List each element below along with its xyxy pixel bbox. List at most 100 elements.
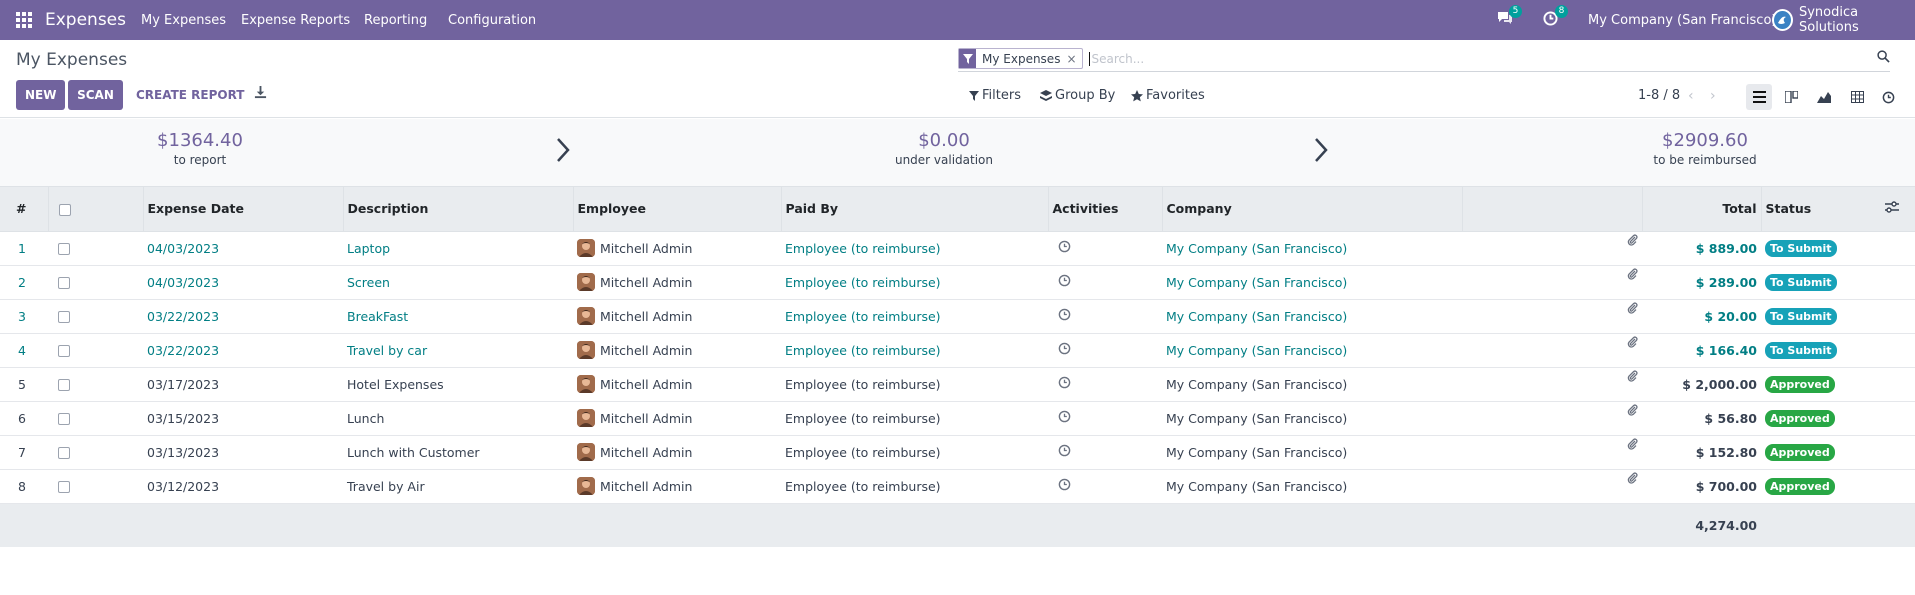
expense-description[interactable]: Hotel Expenses [343, 367, 573, 402]
row-checkbox[interactable] [58, 277, 70, 289]
filters-toggle[interactable]: Filters [969, 88, 1021, 103]
search-icon[interactable] [1877, 50, 1890, 67]
paperclip-icon[interactable] [1626, 233, 1638, 249]
expense-date[interactable]: 03/12/2023 [143, 469, 343, 504]
kanban-view-icon[interactable] [1778, 84, 1804, 110]
paperclip-icon[interactable] [1626, 301, 1638, 317]
company-name[interactable]: My Company (San Francisco) [1162, 367, 1462, 402]
expense-date[interactable]: 03/17/2023 [143, 367, 343, 402]
paid-by[interactable]: Employee (to reimburse) [781, 333, 1048, 368]
menu-reporting[interactable]: Reporting [364, 0, 427, 40]
expense-description[interactable]: BreakFast [343, 299, 573, 334]
row-checkbox[interactable] [58, 311, 70, 323]
expense-date[interactable]: 03/15/2023 [143, 401, 343, 436]
paperclip-icon[interactable] [1626, 437, 1638, 453]
company-name[interactable]: My Company (San Francisco) [1162, 401, 1462, 436]
expense-date[interactable]: 03/22/2023 [143, 333, 343, 368]
header-company[interactable]: Company [1162, 187, 1463, 232]
table-row[interactable]: 6 03/15/2023 Lunch Mitchell Admin Employee (… [0, 401, 1915, 436]
company-name[interactable]: My Company (San Francisco) [1162, 299, 1462, 334]
row-checkbox[interactable] [58, 243, 70, 255]
company-name[interactable]: My Company (San Francisco) [1162, 435, 1462, 470]
header-paid-by[interactable]: Paid By [781, 187, 1049, 232]
employee-cell[interactable]: Mitchell Admin [573, 435, 781, 470]
list-view-icon[interactable] [1746, 84, 1772, 110]
company-name[interactable]: My Company (San Francisco) [1162, 469, 1462, 504]
paid-by[interactable]: Employee (to reimburse) [781, 231, 1048, 266]
header-status[interactable]: Status [1761, 187, 1881, 232]
group-by-toggle[interactable]: Group By [1040, 88, 1115, 103]
activities-menu[interactable]: 8 [1543, 0, 1568, 40]
employee-cell[interactable]: Mitchell Admin [573, 367, 781, 402]
table-row[interactable]: 5 03/17/2023 Hotel Expenses Mitchell Admin E… [0, 367, 1915, 402]
app-brand[interactable]: Expenses [45, 0, 126, 40]
expense-date[interactable]: 03/13/2023 [143, 435, 343, 470]
activity-clock-icon[interactable] [1058, 444, 1071, 460]
expense-description[interactable]: Lunch [343, 401, 573, 436]
expense-description[interactable]: Lunch with Customer [343, 435, 573, 470]
paid-by[interactable]: Employee (to reimburse) [781, 469, 1048, 504]
activity-clock-icon[interactable] [1058, 308, 1071, 324]
pager-value[interactable]: 1-8 / 8 [1638, 88, 1680, 103]
paid-by[interactable]: Employee (to reimburse) [781, 367, 1048, 402]
favorites-toggle[interactable]: Favorites [1131, 88, 1205, 103]
table-row[interactable]: 2 04/03/2023 Screen Mitchell Admin Employee … [0, 265, 1915, 300]
activity-clock-icon[interactable] [1058, 376, 1071, 392]
header-description[interactable]: Description [343, 187, 574, 232]
activity-clock-icon[interactable] [1058, 342, 1071, 358]
select-all-checkbox[interactable] [58, 203, 71, 216]
expense-description[interactable]: Travel by Air [343, 469, 573, 504]
employee-cell[interactable]: Mitchell Admin [573, 231, 781, 266]
expense-description[interactable]: Laptop [343, 231, 573, 266]
user-menu[interactable]: Synodica Solutions [1772, 0, 1915, 40]
company-name[interactable]: My Company (San Francisco) [1162, 231, 1462, 266]
activity-clock-icon[interactable] [1058, 240, 1071, 256]
employee-cell[interactable]: Mitchell Admin [573, 265, 781, 300]
company-name[interactable]: My Company (San Francisco) [1162, 265, 1462, 300]
header-expense-date[interactable]: Expense Date [143, 187, 344, 232]
activity-clock-icon[interactable] [1058, 478, 1071, 494]
facet-remove-button[interactable]: × [1066, 52, 1081, 66]
new-button[interactable]: NEW [16, 80, 65, 110]
optional-columns-icon[interactable] [1885, 201, 1899, 216]
paperclip-icon[interactable] [1626, 369, 1638, 385]
create-report-button[interactable]: CREATE REPORT [128, 80, 252, 110]
row-checkbox[interactable] [58, 447, 70, 459]
apps-icon[interactable] [14, 0, 34, 40]
table-row[interactable]: 7 03/13/2023 Lunch with Customer Mitchell A… [0, 435, 1915, 470]
table-row[interactable]: 4 03/22/2023 Travel by car Mitchell Admin Em… [0, 333, 1915, 368]
summary-to-be-reimbursed[interactable]: $2909.60 to be reimbursed [1635, 130, 1775, 167]
row-checkbox[interactable] [58, 481, 70, 493]
expense-description[interactable]: Screen [343, 265, 573, 300]
employee-cell[interactable]: Mitchell Admin [573, 299, 781, 334]
paperclip-icon[interactable] [1626, 471, 1638, 487]
expense-description[interactable]: Travel by car [343, 333, 573, 368]
search-input[interactable] [1088, 51, 1869, 66]
pager-previous-button[interactable]: ‹ [1688, 88, 1694, 104]
menu-configuration[interactable]: Configuration [448, 0, 536, 40]
employee-cell[interactable]: Mitchell Admin [573, 333, 781, 368]
menu-expense-reports[interactable]: Expense Reports [241, 0, 350, 40]
activity-clock-icon[interactable] [1058, 410, 1071, 426]
expense-date[interactable]: 03/22/2023 [143, 299, 343, 334]
row-checkbox[interactable] [58, 345, 70, 357]
expense-date[interactable]: 04/03/2023 [143, 265, 343, 300]
row-checkbox[interactable] [58, 413, 70, 425]
employee-cell[interactable]: Mitchell Admin [573, 469, 781, 504]
employee-cell[interactable]: Mitchell Admin [573, 401, 781, 436]
download-icon[interactable] [254, 86, 267, 103]
expense-date[interactable]: 04/03/2023 [143, 231, 343, 266]
table-row[interactable]: 3 03/22/2023 BreakFast Mitchell Admin Employ… [0, 299, 1915, 334]
company-switcher[interactable]: My Company (San Francisco) [1588, 0, 1776, 40]
scan-button[interactable]: SCAN [68, 80, 123, 110]
paid-by[interactable]: Employee (to reimburse) [781, 265, 1048, 300]
row-checkbox[interactable] [58, 379, 70, 391]
paid-by[interactable]: Employee (to reimburse) [781, 401, 1048, 436]
header-total[interactable]: Total [1642, 187, 1762, 232]
graph-view-icon[interactable] [1811, 84, 1837, 110]
messages-menu[interactable]: 5 [1497, 0, 1522, 40]
summary-under-validation[interactable]: $0.00 under validation [874, 130, 1014, 167]
header-activities[interactable]: Activities [1048, 187, 1163, 232]
summary-to-report[interactable]: $1364.40 to report [130, 130, 270, 167]
pager-next-button[interactable]: › [1710, 88, 1716, 104]
